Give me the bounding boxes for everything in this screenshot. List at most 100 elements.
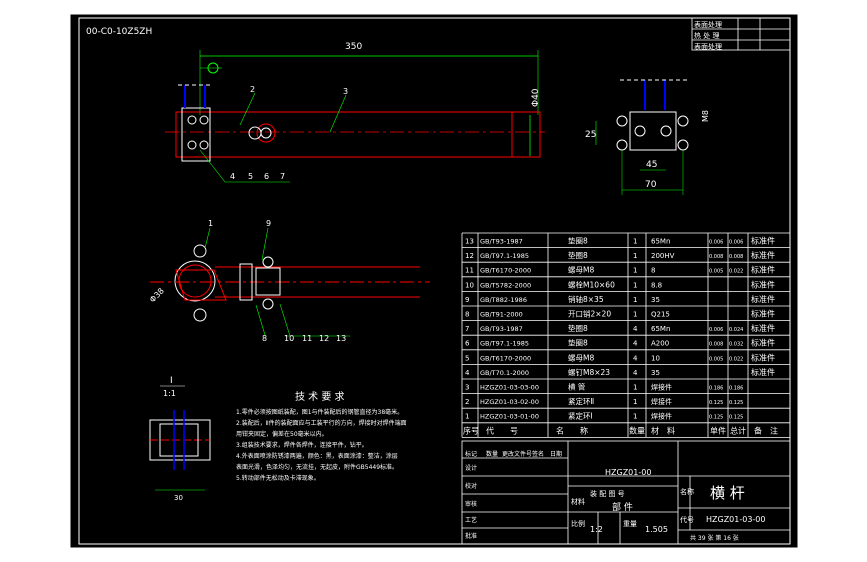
bom-cell-total-weight: 0.022 [729,356,743,362]
bom-cell-code: GB/T6170-2000 [480,354,531,362]
bom-cell-name: 螺栓M10×60 [568,279,615,289]
bom-cell-material: 65Mn [651,238,670,246]
bom-cell-no: 9 [465,296,469,304]
bom-cell-no: 1 [465,413,469,421]
process-label-2: 热 处 理 [694,31,719,40]
dim-m8: M8 [701,110,710,122]
bom-cell-code: HZGZ01-03-03-00 [480,384,539,392]
bom-cell-no: 5 [465,354,469,362]
bom-cell-qty: 1 [633,413,637,421]
bom-cell-no: 12 [465,252,474,260]
bom-cell-qty: 1 [633,398,637,406]
tech-req-line-5: 4.外表面喷涂防锈漆两遍，颜色：黑，表面涂漆：整洁，涂层 [236,452,398,460]
bom-header-cell: 名 称 [556,425,588,435]
bom-cell-name: 开口销2×20 [568,309,611,319]
bom-cell-no: 2 [465,398,469,406]
bom-cell-code: HZGZ01-03-02-00 [480,398,539,406]
bom-cell-code: GB/T882-1986 [480,296,527,304]
balloon-5: 5 [248,172,253,181]
bom-cell-name: 垫圈8 [568,250,588,260]
tech-req-line-4: 3.组装技术要求，焊件各焊件，连接平件，钻平。 [236,441,368,449]
bom-cell-code: GB/T97.1-1985 [480,252,529,260]
balloon-s8: 8 [262,334,267,343]
title-type-material: 材料 [571,497,585,506]
title-type-scale: 比例 [571,519,585,528]
bom-cell-note: 标准件 [751,250,775,260]
bom-cell-material: 焊接件 [651,383,672,392]
title-type-name: 名称 [680,487,694,496]
bom-cell-unit-weight: 0.006 [709,327,723,333]
balloon-s11: 11 [302,334,312,343]
bom-header-cell: 数量 [629,425,645,435]
scale-value: 1:2 [590,525,603,534]
bom-cell-material: A200 [651,340,669,348]
title-type-code: 代号 [680,515,694,524]
bom-cell-total-weight: 0.024 [729,327,743,333]
bom-cell-material: 35 [651,369,660,377]
title-label-design: 设计 [465,464,477,472]
bom-cell-qty: 1 [633,281,637,289]
balloon-s9: 9 [266,219,271,228]
process-label-1: 表面处理 [694,20,722,29]
bom-header-cell: 单件 [710,425,726,435]
balloon-7: 7 [280,172,285,181]
dim-45: 45 [646,160,657,170]
dim-30: 30 [174,494,183,502]
section-letter: I [170,376,173,386]
bom-cell-material: 焊接件 [651,397,672,406]
balloon-s13: 13 [336,334,346,343]
bom-cell-no: 3 [465,384,469,392]
bom-cell-qty: 4 [633,325,638,333]
bom-cell-note: 标准件 [751,323,775,333]
bom-cell-no: 13 [465,238,474,246]
bom-cell-no: 6 [465,340,470,348]
bom-cell-material: 65Mn [651,325,670,333]
balloon-s1: 1 [208,219,213,228]
bom-cell-unit-weight: 0.125 [709,400,723,406]
bom-cell-unit-weight: 0.186 [709,386,723,392]
bom-cell-code: GB/T91-2000 [480,311,523,319]
dim-70: 70 [645,180,657,190]
bom-cell-name: 垫圈8 [568,236,588,246]
drawing-no-small: HZGZ01-00 [605,468,651,477]
bom-cell-total-weight: 0.022 [729,269,743,275]
bom-cell-total-weight: 0.032 [729,342,743,348]
bom-cell-no: 7 [465,325,469,333]
bom-cell-name: 横 管 [568,382,586,392]
balloon-s10: 10 [284,334,294,343]
bom-cell-note: 标准件 [751,367,775,377]
bom-cell-code: GB/T93-1987 [480,325,523,333]
bom-cell-qty: 1 [633,296,637,304]
balloon-2: 2 [250,85,255,94]
part-kind: 部 件 [612,501,633,513]
bom-cell-name: 垫圈8 [568,338,588,348]
bom-cell-code: GB/T93-1987 [480,238,523,246]
bom-cell-unit-weight: 0.005 [709,269,723,275]
drawing-number: 00-C0-10Z5ZH [86,27,152,37]
bom-cell-note: 标准件 [751,279,775,289]
bom-header-cell: 序号 [463,425,479,435]
dim-25: 25 [585,130,596,140]
balloon-6: 6 [264,172,269,181]
cad-drawing-canvas: 00-C0-10Z5ZH 表面处理 热 处 理 表面处理 350 Φ40 2 3… [69,13,799,549]
bom-cell-total-weight: 0.006 [729,240,743,246]
bom-cell-qty: 1 [633,267,637,275]
bom-cell-code: HZGZ01-03-01-00 [480,413,539,421]
bom-cell-note: 标准件 [751,309,775,319]
bom-cell-no: 11 [465,267,474,275]
title-type-assy: 装 配 图 号 [590,489,625,498]
bom-cell-material: 焊接件 [651,412,672,421]
title-label-mark: 标记 [465,450,477,458]
bom-cell-unit-weight: 0.008 [709,254,723,260]
bom-cell-unit-weight: 0.125 [709,415,723,421]
tech-req-title: 技 术 要 求 [295,390,345,403]
title-mid-change: 更改文件号 [502,450,532,458]
bom-cell-material: 35 [651,296,660,304]
bom-cell-note: 标准件 [751,352,775,362]
bom-cell-total-weight: 0.186 [729,386,743,392]
bom-cell-total-weight: 0.125 [729,415,743,421]
title-mid-sign: 签名 [532,450,544,458]
tech-req-line-3: 用钳夹固定，偏差在50毫米以内。 [236,430,328,438]
bom-cell-unit-weight: 0.005 [709,356,723,362]
title-label-review: 审核 [465,500,477,508]
